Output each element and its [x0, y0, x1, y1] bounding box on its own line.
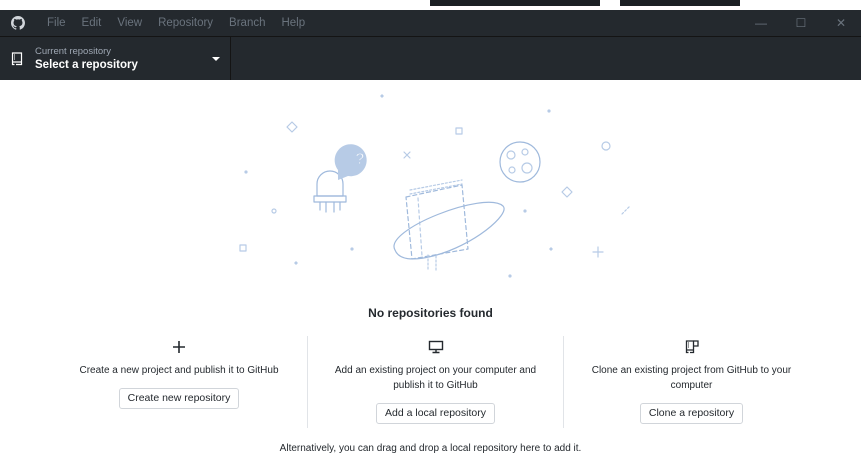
- create-repo-action: Create a new project and publish it to G…: [51, 336, 307, 428]
- window-controls: — ☐ ✕: [741, 10, 861, 36]
- clone-repo-description: Clone an existing project from GitHub to…: [591, 365, 792, 391]
- toolbar: Current repository Select a repository: [0, 36, 861, 80]
- blank-slate-illustration: ?: [0, 80, 861, 302]
- desktop-icon: [308, 337, 563, 357]
- repo-selector-value: Select a repository: [35, 58, 138, 71]
- minimize-button[interactable]: —: [741, 10, 781, 36]
- repo-clone-icon: [564, 337, 819, 357]
- menu-repository[interactable]: Repository: [150, 10, 221, 36]
- clone-repository-button[interactable]: Clone a repository: [639, 403, 744, 424]
- close-button[interactable]: ✕: [821, 10, 861, 36]
- blank-slate-actions: Create a new project and publish it to G…: [51, 336, 819, 428]
- menu-edit[interactable]: Edit: [74, 10, 110, 36]
- clone-repo-action: Clone an existing project from GitHub to…: [563, 336, 819, 428]
- github-logo-icon: [11, 16, 25, 30]
- chevron-down-icon: [212, 57, 220, 61]
- menu-help[interactable]: Help: [273, 10, 313, 36]
- menu-branch[interactable]: Branch: [221, 10, 273, 36]
- svg-text:?: ?: [355, 151, 365, 168]
- add-local-repo-description: Add an existing project on your computer…: [334, 365, 537, 391]
- repo-selector-caption: Current repository: [35, 45, 112, 57]
- plus-icon: [51, 337, 307, 357]
- menu-file[interactable]: File: [39, 10, 74, 36]
- create-repo-description: Create a new project and publish it to G…: [79, 365, 279, 376]
- create-new-repository-button[interactable]: Create new repository: [118, 388, 240, 409]
- blank-slate-title: No repositories found: [368, 306, 493, 320]
- maximize-button[interactable]: ☐: [781, 10, 821, 36]
- title-bar: File Edit View Repository Branch Help — …: [0, 10, 861, 36]
- screen-top-strip: [0, 0, 861, 10]
- current-repository-selector[interactable]: Current repository Select a repository: [0, 37, 231, 80]
- add-local-repo-action: Add an existing project on your computer…: [307, 336, 563, 428]
- drag-drop-hint: Alternatively, you can drag and drop a l…: [279, 443, 582, 454]
- menu-view[interactable]: View: [109, 10, 150, 36]
- repo-icon: [11, 51, 23, 66]
- add-local-repository-button[interactable]: Add a local repository: [376, 403, 495, 424]
